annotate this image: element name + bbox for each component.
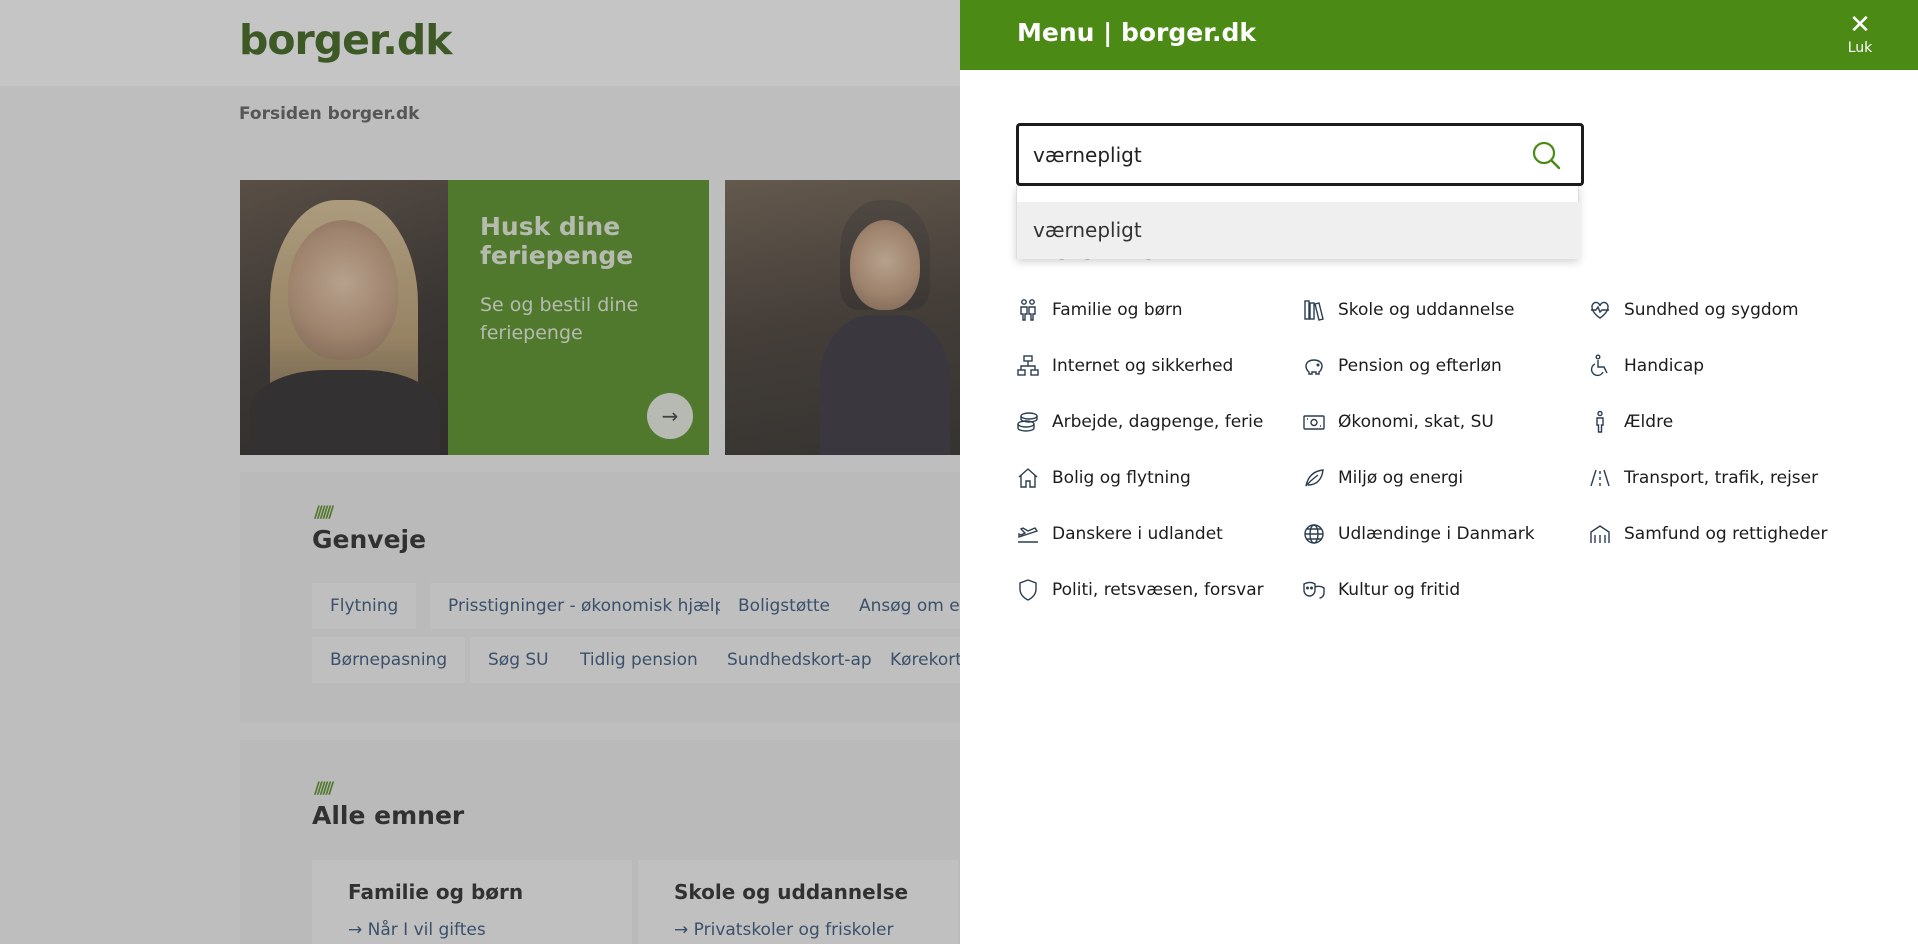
topic-okonomi[interactable]: Økonomi, skat, SU [1302, 407, 1494, 437]
money-icon [1303, 415, 1325, 430]
topic-samfund[interactable]: Samfund og rettigheder [1588, 519, 1828, 549]
topic-handicap[interactable]: Handicap [1588, 351, 1704, 381]
topic-label: Ældre [1624, 412, 1674, 432]
close-icon: ✕ [1849, 10, 1871, 40]
topic-label: Skole og uddannelse [1338, 300, 1515, 320]
page-dim-overlay[interactable] [0, 0, 960, 944]
topic-label: Transport, trafik, rejser [1624, 468, 1819, 488]
topic-pension[interactable]: Pension og efterløn [1302, 351, 1502, 381]
menu-header: Menu | borger.dk ✕ Luk [960, 0, 1918, 70]
topic-label: Politi, retsvæsen, forsvar [1052, 580, 1264, 600]
topic-label: Internet og sikkerhed [1052, 356, 1234, 376]
topic-aeldre[interactable]: Ældre [1588, 407, 1673, 437]
search-icon [1532, 141, 1561, 170]
house-icon [1018, 468, 1038, 488]
network-icon [1017, 355, 1039, 376]
books-icon [1304, 300, 1324, 321]
topic-internet[interactable]: Internet og sikkerhed [1016, 351, 1233, 381]
building-icon [1590, 525, 1610, 543]
search-suggestions: værnepligt [1016, 186, 1580, 259]
topic-label: Miljø og energi [1338, 468, 1464, 488]
topic-label: Arbejde, dagpenge, ferie [1052, 412, 1264, 432]
family-icon [1020, 299, 1036, 321]
topic-arbejde[interactable]: Arbejde, dagpenge, ferie [1016, 407, 1263, 437]
search-box [1016, 123, 1584, 186]
topic-politi[interactable]: Politi, retsvæsen, forsvar [1016, 575, 1264, 605]
shield-icon [1019, 579, 1037, 601]
wheelchair-icon [1590, 354, 1608, 377]
topic-label: Økonomi, skat, SU [1338, 412, 1494, 432]
road-icon [1590, 469, 1610, 487]
close-label: Luk [1847, 40, 1873, 56]
topic-familie[interactable]: Familie og børn [1016, 295, 1182, 325]
piggy-bank-icon [1305, 359, 1323, 375]
topic-label: Pension og efterløn [1338, 356, 1502, 376]
topic-skole[interactable]: Skole og uddannelse [1302, 295, 1514, 325]
elderly-icon [1596, 410, 1604, 433]
topic-sundhed[interactable]: Sundhed og sygdom [1588, 295, 1799, 325]
plane-icon [1018, 527, 1039, 543]
topic-transport[interactable]: Transport, trafik, rejser [1588, 463, 1818, 493]
topic-bolig[interactable]: Bolig og flytning [1016, 463, 1191, 493]
leaf-icon [1305, 469, 1324, 487]
topic-label: Sundhed og sygdom [1624, 300, 1799, 320]
topic-label: Bolig og flytning [1052, 468, 1191, 488]
topic-udlaendinge[interactable]: Udlændinge i Danmark [1302, 519, 1535, 549]
globe-icon [1304, 524, 1324, 544]
close-button[interactable]: ✕ Luk [1830, 12, 1890, 62]
masks-icon [1303, 581, 1325, 599]
heart-pulse-icon [1591, 301, 1609, 319]
search-button[interactable] [1527, 136, 1567, 176]
topic-label: Kultur og fritid [1338, 580, 1461, 600]
topic-kultur[interactable]: Kultur og fritid [1302, 575, 1460, 605]
topic-label: Danskere i udlandet [1052, 524, 1223, 544]
suggestion-item[interactable]: værnepligt [1017, 202, 1580, 259]
topic-label: Samfund og rettigheder [1624, 524, 1828, 544]
topic-label: Familie og børn [1052, 300, 1183, 320]
topic-label: Handicap [1624, 356, 1705, 376]
menu-title: Menu | borger.dk [1017, 18, 1257, 47]
coins-icon [1017, 412, 1038, 432]
topic-danskere-udlandet[interactable]: Danskere i udlandet [1016, 519, 1223, 549]
menu-panel: Menu | borger.dk ✕ Luk Alle emner værnep… [960, 0, 1918, 944]
topic-label: Udlændinge i Danmark [1338, 524, 1535, 544]
search-input[interactable] [1033, 126, 1513, 183]
topic-miljo[interactable]: Miljø og energi [1302, 463, 1463, 493]
